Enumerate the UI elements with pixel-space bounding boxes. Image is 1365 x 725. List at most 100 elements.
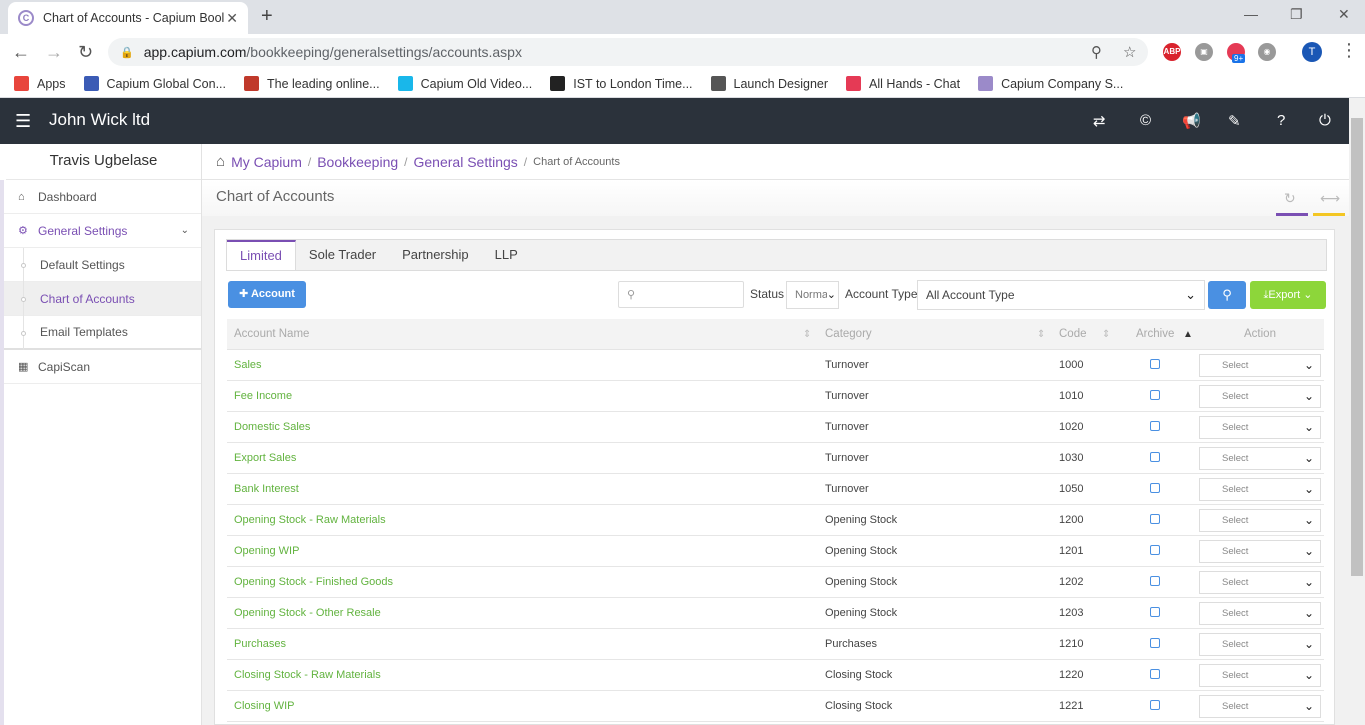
column-header-category[interactable]: Category (825, 328, 872, 340)
account-name-link[interactable]: Closing Stock - Raw Materials (234, 669, 381, 681)
add-account-button[interactable]: ✚ Account (228, 281, 306, 308)
action-select[interactable]: Select ⌄ (1199, 602, 1321, 625)
sort-asc-icon[interactable]: ▲ (1183, 329, 1193, 340)
camera-icon[interactable]: ◉ (1258, 43, 1276, 61)
minimize-icon[interactable]: — (1244, 6, 1258, 22)
extension-icon[interactable]: ▣ (1195, 43, 1213, 61)
archive-checkbox[interactable] (1150, 452, 1160, 462)
archive-checkbox[interactable] (1150, 700, 1160, 710)
account-type-select[interactable]: All Account Type ⌄ (917, 280, 1205, 310)
bookmark-item[interactable]: Capium Global Con... (83, 76, 226, 91)
expand-icon[interactable]: ⟷ (1320, 190, 1340, 207)
page-scrollbar[interactable] (1349, 98, 1365, 725)
tab-partnership[interactable]: Partnership (389, 240, 481, 270)
breadcrumb-bookkeeping[interactable]: Bookkeeping (317, 154, 398, 170)
action-select[interactable]: Select ⌄ (1199, 385, 1321, 408)
bookmark-star-icon[interactable]: ☆ (1123, 43, 1136, 61)
tag-icon[interactable]: ✎ (1228, 112, 1241, 130)
account-name-link[interactable]: Closing WIP (234, 700, 295, 712)
adblock-icon[interactable]: ABP (1163, 43, 1181, 61)
action-select[interactable]: Select ⌄ (1199, 540, 1321, 563)
action-select[interactable]: Select ⌄ (1199, 509, 1321, 532)
sort-icon[interactable]: ⇕ (803, 329, 811, 340)
column-header-code[interactable]: Code (1059, 328, 1087, 340)
sidebar-item-default-settings[interactable]: Default Settings (4, 248, 201, 282)
sidebar-item-capiscan[interactable]: ▦ CapiScan (4, 350, 201, 384)
action-select[interactable]: Select ⌄ (1199, 478, 1321, 501)
breadcrumb-my-capium[interactable]: My Capium (231, 154, 302, 170)
tab-limited[interactable]: Limited (227, 240, 296, 270)
browser-tab[interactable]: C Chart of Accounts - Capium Bool ✕ (8, 2, 248, 34)
hamburger-menu-icon[interactable]: ☰ (15, 111, 31, 132)
account-name-link[interactable]: Opening Stock - Finished Goods (234, 576, 393, 588)
archive-checkbox[interactable] (1150, 576, 1160, 586)
home-icon[interactable]: ⌂ (216, 153, 225, 170)
sidebar-item-chart-of-accounts[interactable]: Chart of Accounts (4, 282, 201, 316)
sidebar-item-general-settings[interactable]: ⚙ General Settings ⌄ (4, 214, 201, 248)
account-name-link[interactable]: Fee Income (234, 390, 292, 402)
action-select[interactable]: Select ⌄ (1199, 571, 1321, 594)
capium-logo-icon[interactable]: © (1140, 112, 1151, 129)
bookmark-item[interactable]: IST to London Time... (550, 76, 693, 91)
archive-checkbox[interactable] (1150, 483, 1160, 493)
switch-icon[interactable]: ⇄ (1093, 112, 1106, 130)
power-icon[interactable]: ⏻ (1319, 112, 1331, 129)
archive-checkbox[interactable] (1150, 545, 1160, 555)
restore-icon[interactable]: ❐ (1290, 6, 1303, 23)
url-field[interactable]: 🔒 app.capium.com/bookkeeping/generalsett… (108, 38, 1148, 66)
sidebar-item-dashboard[interactable]: ⌂ Dashboard (4, 180, 201, 214)
search-input[interactable]: ⚲ (618, 281, 744, 308)
breadcrumb-general-settings[interactable]: General Settings (414, 154, 518, 170)
export-button[interactable]: ⤓Export ⌄ (1250, 281, 1326, 309)
sort-icon[interactable]: ⇕ (1102, 329, 1110, 340)
archive-checkbox[interactable] (1150, 514, 1160, 524)
status-select[interactable]: Normal ⌄ (786, 281, 839, 309)
refresh-icon[interactable]: ↻ (1284, 190, 1296, 207)
bookmark-item[interactable]: All Hands - Chat (846, 76, 960, 91)
menu-kebab-icon[interactable]: ⋮ (1340, 40, 1358, 61)
tab-sole-trader[interactable]: Sole Trader (296, 240, 389, 270)
scrollbar-thumb[interactable] (1351, 118, 1363, 576)
account-name-link[interactable]: Purchases (234, 638, 286, 650)
archive-checkbox[interactable] (1150, 669, 1160, 679)
bookmark-item[interactable]: Capium Company S... (978, 76, 1123, 91)
account-name-link[interactable]: Opening Stock - Other Resale (234, 607, 381, 619)
zoom-icon[interactable]: ⚲ (1091, 43, 1102, 61)
column-header-account-name[interactable]: Account Name (234, 328, 309, 340)
sort-icon[interactable]: ⇕ (1037, 329, 1045, 340)
reload-icon[interactable]: ↻ (78, 42, 93, 63)
help-icon[interactable]: ? (1277, 112, 1285, 129)
account-name-link[interactable]: Opening WIP (234, 545, 299, 557)
account-name-link[interactable]: Sales (234, 359, 262, 371)
sidebar-item-email-templates[interactable]: Email Templates (4, 316, 201, 350)
bookmark-item[interactable]: Launch Designer (710, 76, 828, 91)
action-select[interactable]: Select ⌄ (1199, 633, 1321, 656)
archive-checkbox[interactable] (1150, 638, 1160, 648)
bookmark-item[interactable]: Apps (14, 76, 66, 91)
close-tab-icon[interactable]: ✕ (226, 10, 238, 27)
search-button[interactable]: ⚲ (1208, 281, 1246, 309)
action-select[interactable]: Select ⌄ (1199, 695, 1321, 718)
column-header-archive[interactable]: Archive (1136, 328, 1174, 340)
action-select[interactable]: Select ⌄ (1199, 416, 1321, 439)
announcement-icon[interactable]: 📢 (1182, 112, 1201, 130)
bookmark-item[interactable]: The leading online... (244, 76, 380, 91)
archive-checkbox[interactable] (1150, 390, 1160, 400)
account-name-link[interactable]: Opening Stock - Raw Materials (234, 514, 386, 526)
account-name-link[interactable]: Domestic Sales (234, 421, 310, 433)
action-select[interactable]: Select ⌄ (1199, 447, 1321, 470)
action-select[interactable]: Select ⌄ (1199, 354, 1321, 377)
close-window-icon[interactable]: ✕ (1338, 6, 1350, 23)
back-icon[interactable]: ← (12, 42, 30, 63)
account-name-link[interactable]: Export Sales (234, 452, 296, 464)
action-select[interactable]: Select ⌄ (1199, 664, 1321, 687)
archive-checkbox[interactable] (1150, 359, 1160, 369)
tab-llp[interactable]: LLP (482, 240, 531, 270)
account-name-link[interactable]: Bank Interest (234, 483, 299, 495)
profile-avatar[interactable]: T (1302, 42, 1322, 62)
forward-icon[interactable]: → (45, 42, 63, 63)
archive-checkbox[interactable] (1150, 421, 1160, 431)
archive-checkbox[interactable] (1150, 607, 1160, 617)
bookmark-item[interactable]: Capium Old Video... (397, 76, 532, 91)
new-tab-icon[interactable]: + (261, 5, 273, 28)
